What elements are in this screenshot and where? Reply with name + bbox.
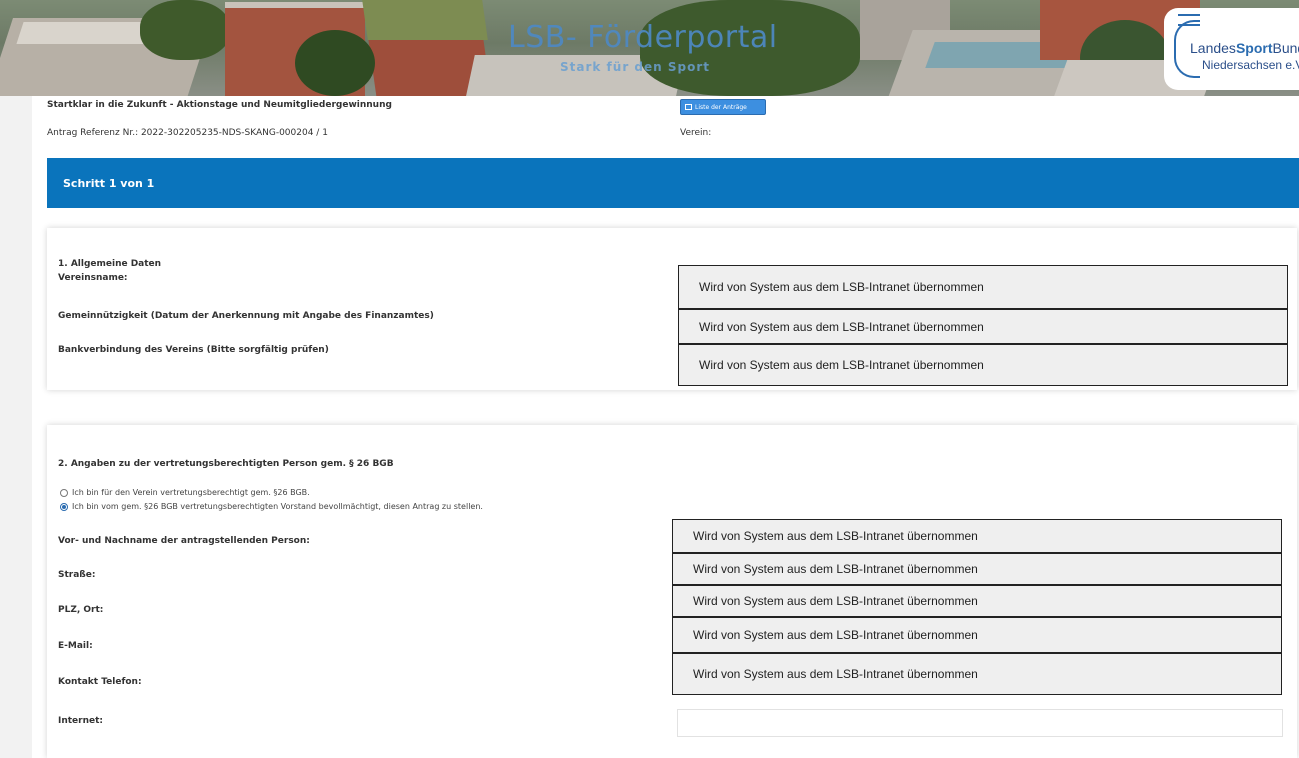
label-strasse: Straße: [58, 570, 96, 580]
banner-photo-tree [295, 30, 375, 96]
step-indicator-bar: Schritt 1 von 1 [47, 158, 1299, 208]
radio-label: Ich bin vom gem. §26 BGB vertretungsbere… [72, 502, 483, 511]
internet-field[interactable] [677, 709, 1283, 737]
label-name: Vor- und Nachname der antragstellenden P… [58, 536, 310, 546]
strasse-field[interactable]: Wird von System aus dem LSB-Intranet übe… [672, 553, 1282, 585]
section1-heading: 1. Allgemeine Daten [58, 259, 162, 269]
label-telefon: Kontakt Telefon: [58, 677, 142, 687]
verein-label: Verein: [680, 128, 712, 138]
name-field[interactable]: Wird von System aus dem LSB-Intranet übe… [672, 519, 1282, 553]
radio-button-selected[interactable] [60, 502, 68, 511]
label-bankverbindung: Bankverbindung des Vereins (Bitte sorgfä… [58, 345, 329, 355]
radio-option-authorized[interactable]: Ich bin für den Verein vertretungsberech… [60, 488, 310, 497]
label-plz-ort: PLZ, Ort: [58, 605, 104, 615]
section2-heading: 2. Angaben zu der vertretungsberechtigte… [58, 459, 394, 469]
telefon-field[interactable]: Wird von System aus dem LSB-Intranet übe… [672, 653, 1282, 695]
gemeinnuetzigkeit-field[interactable]: Wird von System aus dem LSB-Intranet übe… [678, 309, 1288, 344]
label-internet: Internet: [58, 716, 104, 726]
banner-photo-green-roof [362, 0, 488, 40]
portal-title: LSB- Förderportal [508, 20, 778, 55]
label-email: E-Mail: [58, 641, 93, 651]
logo-text-line2: Niedersachsen e.V. [1202, 58, 1299, 72]
portal-subtitle: Stark für den Sport [560, 60, 710, 74]
banner-photo-tree [140, 0, 230, 60]
plz-ort-field[interactable]: Wird von System aus dem LSB-Intranet übe… [672, 585, 1282, 617]
lsb-logo[interactable]: LandesSportBund Niedersachsen e.V. [1164, 8, 1299, 90]
reference-number: Antrag Referenz Nr.: 2022-302205235-NDS-… [47, 128, 328, 138]
list-icon [685, 104, 692, 110]
list-applications-button[interactable]: Liste der Anträge [680, 99, 766, 115]
radio-option-delegated[interactable]: Ich bin vom gem. §26 BGB vertretungsbere… [60, 502, 483, 511]
bankverbindung-field[interactable]: Wird von System aus dem LSB-Intranet übe… [678, 344, 1288, 386]
form-title: Startklar in die Zukunft - Aktionstage u… [47, 100, 392, 110]
label-vereinsname: Vereinsname: [58, 273, 128, 283]
radio-label: Ich bin für den Verein vertretungsberech… [72, 488, 310, 497]
vereinsname-field[interactable]: Wird von System aus dem LSB-Intranet übe… [678, 265, 1288, 309]
logo-text-line1: LandesSportBund [1190, 40, 1299, 56]
step-indicator-label: Schritt 1 von 1 [63, 177, 155, 190]
label-gemeinnuetzigkeit: Gemeinnützigkeit (Datum der Anerkennung … [58, 311, 434, 321]
email-field[interactable]: Wird von System aus dem LSB-Intranet übe… [672, 617, 1282, 653]
list-applications-label: Liste der Anträge [695, 103, 747, 111]
radio-button[interactable] [60, 488, 68, 497]
header-banner: LSB- Förderportal Stark für den Sport La… [0, 0, 1299, 96]
